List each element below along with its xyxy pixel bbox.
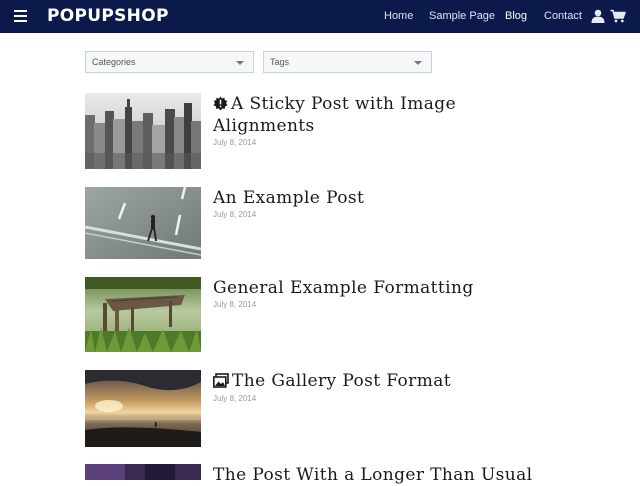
post-thumbnail-dock[interactable] bbox=[85, 277, 201, 352]
post-date: July 8, 2014 bbox=[213, 394, 257, 403]
nav-sample-page[interactable]: Sample Page bbox=[429, 9, 495, 23]
site-logo[interactable]: POPUPSHOP bbox=[47, 6, 169, 26]
nav-blog[interactable]: Blog bbox=[505, 9, 527, 23]
sticky-badge-icon bbox=[213, 96, 228, 111]
post-item: The Post With a Longer Than Usual bbox=[85, 464, 545, 485]
post-title-text: The Gallery Post Format bbox=[232, 371, 451, 391]
chevron-down-icon bbox=[236, 61, 244, 65]
post-item: General Example Formatting July 8, 2014 bbox=[85, 277, 545, 352]
post-item: A Sticky Post with Image Alignments July… bbox=[85, 93, 545, 171]
account-icon[interactable] bbox=[590, 9, 606, 23]
post-item: The Gallery Post Format July 8, 2014 bbox=[85, 370, 545, 447]
cart-icon[interactable] bbox=[610, 9, 626, 23]
post-date: July 8, 2014 bbox=[213, 300, 257, 309]
post-title-text: A Sticky Post with Image Alignments bbox=[213, 94, 457, 136]
categories-label: Categories bbox=[92, 57, 136, 67]
tags-dropdown[interactable]: Tags bbox=[263, 51, 432, 73]
post-title-link[interactable]: A Sticky Post with Image Alignments bbox=[213, 93, 543, 137]
post-thumbnail-sunset[interactable] bbox=[85, 370, 201, 447]
post-item: An Example Post July 8, 2014 bbox=[85, 187, 545, 259]
post-date: July 8, 2014 bbox=[213, 210, 257, 219]
tags-label: Tags bbox=[270, 57, 290, 67]
post-thumbnail-road[interactable] bbox=[85, 187, 201, 259]
post-title-link[interactable]: An Example Post bbox=[213, 187, 543, 209]
menu-icon[interactable] bbox=[14, 10, 27, 22]
gallery-icon bbox=[213, 373, 229, 388]
nav-home[interactable]: Home bbox=[384, 9, 413, 23]
post-title-link[interactable]: The Post With a Longer Than Usual bbox=[213, 464, 543, 486]
categories-dropdown[interactable]: Categories bbox=[85, 51, 254, 73]
nav-contact[interactable]: Contact bbox=[544, 9, 582, 23]
post-thumbnail-city[interactable] bbox=[85, 93, 201, 169]
chevron-down-icon bbox=[414, 61, 422, 65]
post-title-link[interactable]: General Example Formatting bbox=[213, 277, 543, 299]
post-title-link[interactable]: The Gallery Post Format bbox=[213, 370, 543, 392]
post-date: July 8, 2014 bbox=[213, 138, 257, 147]
post-thumbnail-dark[interactable] bbox=[85, 464, 201, 480]
top-navigation-bar: POPUPSHOP Home Sample Page Blog Contact bbox=[0, 0, 640, 33]
